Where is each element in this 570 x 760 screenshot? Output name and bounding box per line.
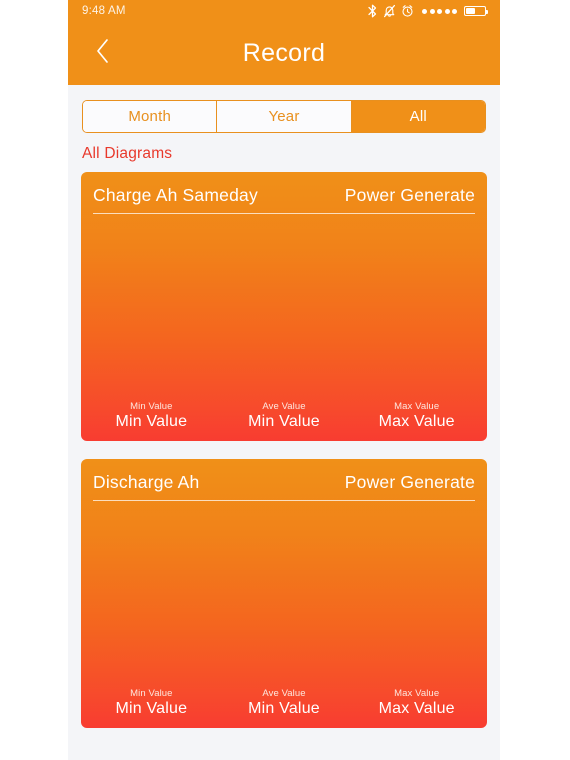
app-viewport: 9:48 AM Record Month Year All All Diagra…: [68, 0, 500, 760]
diagram-card-list: Charge Ah Sameday Power Generate Min Val…: [68, 172, 500, 728]
stat-ave: Ave Value Min Value: [218, 688, 351, 718]
signal-dot: [429, 8, 435, 14]
stat-label: Ave Value: [262, 401, 306, 412]
stat-min: Min Value Min Value: [85, 401, 218, 431]
stat-value: Max Value: [378, 413, 455, 430]
stat-value: Min Value: [248, 700, 320, 717]
stat-min: Min Value Min Value: [85, 688, 218, 718]
stat-value: Max Value: [378, 700, 455, 717]
card-subtitle: Power Generate: [344, 472, 475, 492]
stat-label: Min Value: [130, 688, 173, 699]
nav-bar: Record: [68, 22, 500, 85]
diagram-card[interactable]: Discharge Ah Power Generate Min Value Mi…: [81, 459, 487, 728]
card-title: Discharge Ah: [93, 472, 200, 492]
stat-value: Min Value: [248, 413, 320, 430]
diagram-card[interactable]: Charge Ah Sameday Power Generate Min Val…: [81, 172, 487, 441]
stat-max: Max Value Max Value: [350, 688, 483, 718]
signal-dot: [444, 8, 450, 14]
segmented-control: Month Year All: [82, 100, 486, 133]
section-label: All Diagrams: [82, 145, 173, 162]
chevron-left-icon: [95, 38, 110, 69]
card-title: Charge Ah Sameday: [93, 185, 258, 205]
signal-dot: [452, 8, 457, 14]
signal-dots: [422, 8, 457, 14]
status-bar: 9:48 AM: [68, 0, 500, 22]
status-icon-group: [367, 4, 489, 18]
battery-icon: [464, 6, 489, 16]
stat-ave: Ave Value Min Value: [218, 401, 351, 431]
stat-value: Min Value: [115, 413, 188, 430]
back-button[interactable]: [76, 22, 128, 85]
segment-year[interactable]: Year: [217, 101, 352, 132]
chart-area: [81, 214, 487, 401]
stat-label: Max Value: [394, 401, 440, 412]
stat-max: Max Value Max Value: [350, 401, 483, 431]
card-stats-row: Min Value Min Value Ave Value Min Value …: [81, 401, 487, 441]
status-time: 9:48 AM: [82, 5, 126, 17]
signal-dot: [437, 8, 442, 14]
stat-label: Min Value: [130, 401, 173, 412]
card-stats-row: Min Value Min Value Ave Value Min Value …: [81, 688, 487, 728]
battery-fill: [466, 8, 475, 14]
stat-label: Ave Value: [262, 688, 306, 699]
chart-area: [81, 501, 487, 688]
card-header: Charge Ah Sameday Power Generate: [81, 172, 487, 213]
segment-all[interactable]: All: [351, 101, 485, 132]
alarm-icon: [401, 4, 414, 18]
page-title: Record: [242, 39, 326, 67]
stat-value: Min Value: [115, 700, 188, 717]
signal-dot: [422, 8, 427, 14]
mute-icon: [383, 4, 396, 18]
segment-month[interactable]: Month: [83, 101, 218, 132]
card-subtitle: Power Generate: [344, 185, 475, 205]
filter-bar: Month Year All: [68, 85, 500, 133]
stat-label: Max Value: [394, 688, 440, 699]
bluetooth-icon: [367, 4, 378, 18]
card-header: Discharge Ah Power Generate: [81, 459, 487, 500]
